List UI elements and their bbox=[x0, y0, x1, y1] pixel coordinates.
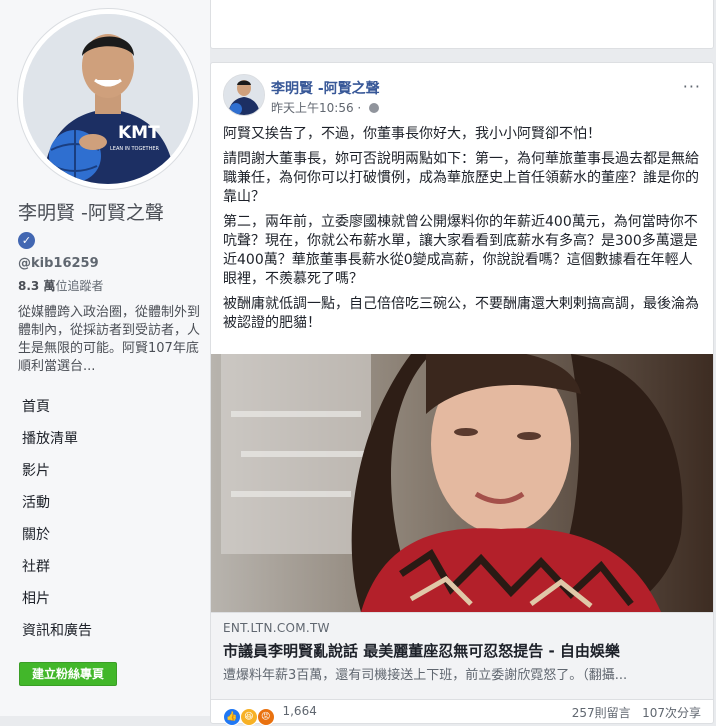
post-paragraph: 阿賢又挨告了，不過，你董事長你好大，我小小阿賢卻不怕！ bbox=[223, 126, 601, 142]
shirt-logo: KMT bbox=[118, 123, 160, 143]
link-title[interactable]: 市議員李明賢亂說話 最美麗董座忍無可忍怒提告 - 自由娛樂 bbox=[223, 640, 703, 661]
nav-item-videos[interactable]: 影片 bbox=[22, 458, 202, 490]
page-profile-picture[interactable]: KMT LEAN IN TOGETHER bbox=[17, 8, 199, 190]
reaction-summary[interactable]: 👍 😆 😡 1,664 bbox=[223, 704, 317, 726]
link-domain: ENT.LTN.COM.TW bbox=[223, 621, 330, 635]
nav-item-about[interactable]: 關於 bbox=[22, 522, 202, 554]
like-reaction-icon: 👍 bbox=[223, 708, 241, 726]
post-author-name[interactable]: 李明賢 -阿賢之聲 bbox=[271, 78, 380, 98]
angry-reaction-icon: 😡 bbox=[256, 708, 275, 726]
nav-item-events[interactable]: 活動 bbox=[22, 490, 202, 522]
link-description: 遭爆料年薪3百萬，還有司機接送上下班，前立委謝欣霓怒了。（翻攝... bbox=[223, 668, 628, 683]
author-avatar-illustration bbox=[224, 75, 264, 115]
post-author-avatar[interactable] bbox=[223, 74, 265, 116]
shirt-slogan: LEAN IN TOGETHER bbox=[110, 146, 159, 152]
follower-label: 位追蹤者 bbox=[55, 279, 104, 293]
page-sidebar: KMT LEAN IN TOGETHER 李明賢 -阿賢之聲 ✓ @kib162… bbox=[0, 0, 210, 716]
post-timestamp[interactable]: 昨天上午10:56 bbox=[271, 101, 354, 115]
post-paragraph: 請問謝大董事長，妳可否說明兩點如下：第一，為何華旅董事長過去都是無給職兼任，為何… bbox=[223, 151, 699, 205]
follower-number: 8.3 萬 bbox=[18, 279, 56, 293]
create-page-button[interactable]: 建立粉絲專頁 bbox=[19, 662, 117, 686]
share-count[interactable]: 107次分享 bbox=[642, 706, 701, 720]
link-preview-image[interactable] bbox=[211, 354, 713, 612]
nav-item-community[interactable]: 社群 bbox=[22, 554, 202, 586]
profile-photo: KMT LEAN IN TOGETHER bbox=[23, 14, 193, 184]
verified-badge-icon: ✓ bbox=[18, 232, 35, 249]
page-title[interactable]: 李明賢 -阿賢之聲 ✓ bbox=[18, 200, 178, 252]
link-image-illustration bbox=[211, 354, 713, 612]
profile-photo-illustration: KMT LEAN IN TOGETHER bbox=[23, 14, 193, 184]
page-nav: 首頁 播放清單 影片 活動 關於 社群 相片 資訊和廣告 bbox=[22, 394, 202, 650]
nav-item-info-and-ads[interactable]: 資訊和廣告 bbox=[22, 618, 202, 650]
post-text: 阿賢又挨告了，不過，你董事長你好大，我小小阿賢卻不怕！ 請問謝大董事長，妳可否說… bbox=[223, 125, 703, 339]
post-stats: 257則留言 107次分享 bbox=[572, 704, 701, 721]
previous-card bbox=[210, 0, 714, 49]
page-handle[interactable]: @kib16259 bbox=[18, 256, 99, 271]
more-options-icon[interactable]: ··· bbox=[683, 77, 701, 96]
comment-count[interactable]: 257則留言 bbox=[572, 706, 631, 720]
follower-count: 8.3 萬位追蹤者 bbox=[18, 277, 103, 294]
page-description: 從媒體跨入政治圈，從體制外到體制內，從採訪者到受訪者，人生是無限的可能。阿賢10… bbox=[18, 305, 201, 374]
feed-post: 李明賢 -阿賢之聲 昨天上午10:56 · ··· 阿賢又挨告了，不過，你董事長… bbox=[210, 62, 714, 726]
globe-icon[interactable] bbox=[369, 103, 380, 113]
post-meta: 昨天上午10:56 · bbox=[271, 99, 380, 116]
haha-reaction-icon: 😆 bbox=[239, 708, 258, 726]
link-preview[interactable]: ENT.LTN.COM.TW 市議員李明賢亂說話 最美麗董座忍無可忍怒提告 - … bbox=[211, 612, 713, 700]
nav-item-photos[interactable]: 相片 bbox=[22, 586, 202, 618]
nav-item-playlists[interactable]: 播放清單 bbox=[22, 426, 202, 458]
page-name-text: 李明賢 -阿賢之聲 bbox=[18, 202, 164, 224]
post-paragraph: 第二，兩年前，立委廖國棟就曾公開爆料你的年薪近400萬元，為何當時你不吭聲？現在… bbox=[223, 214, 698, 287]
nav-item-home[interactable]: 首頁 bbox=[22, 394, 202, 426]
post-paragraph: 被酬庸就低調一點，自己倍倍吃三碗公，不要酬庸還大剌剌搞高調，最後淪為被認證的肥貓… bbox=[223, 296, 699, 331]
dot-separator: · bbox=[357, 101, 366, 115]
